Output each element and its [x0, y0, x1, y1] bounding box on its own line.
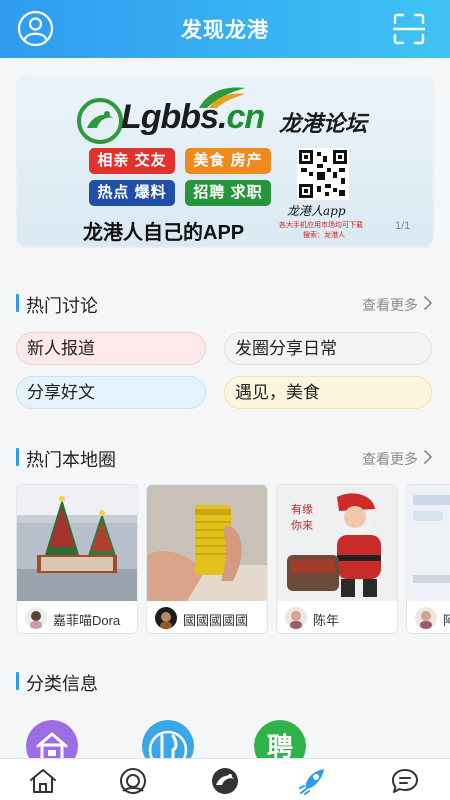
hot-local-title: 热门本地圈 — [26, 450, 116, 470]
category-header: 分类信息 — [0, 669, 450, 694]
avatar[interactable] — [155, 607, 177, 629]
section-accent-bar — [16, 448, 19, 466]
svg-text:你来: 你来 — [291, 519, 313, 532]
local-circle-card[interactable]: 阿 — [406, 484, 450, 634]
card-meta: 阿 — [407, 601, 450, 633]
search-note: 搜索：龙港人 — [303, 232, 345, 239]
banner-pager: 1/1 — [395, 220, 411, 232]
local-circle-carousel[interactable]: 嘉菲喵Dora 國國國國國 有缘 你来 陈年 — [0, 484, 450, 636]
card-author: 國國國國國 — [183, 613, 249, 628]
hot-local-header: 热门本地圈 查看更多 — [0, 445, 450, 470]
card-meta: 國國國國國 — [147, 601, 267, 633]
chevron-right-icon[interactable] — [422, 450, 434, 464]
card-author: 嘉菲喵Dora — [53, 613, 121, 628]
banner-slogan: 龙港人自己的APP — [83, 222, 245, 244]
bottom-nav — [0, 758, 450, 800]
page-title: 发现龙港 — [181, 19, 269, 42]
logo-text: Lgbbs.cn — [121, 98, 265, 137]
rocket-icon[interactable] — [298, 767, 328, 795]
category-title: 分类信息 — [26, 674, 98, 694]
chevron-right-icon[interactable] — [422, 296, 434, 310]
discover-icon[interactable] — [118, 767, 148, 795]
topic-share-articles[interactable]: 分享好文 — [16, 376, 206, 409]
forum-name: 龙港论坛 — [279, 111, 368, 137]
hot-discussion-more-link[interactable]: 查看更多 — [362, 295, 418, 315]
post-image-santa: 有缘 你来 — [277, 485, 397, 601]
avatar[interactable] — [415, 607, 437, 629]
top-header: 发现龙港 — [0, 0, 450, 58]
home-icon[interactable] — [28, 767, 58, 795]
download-note: 各大手机应用市场均可下载 — [279, 222, 363, 229]
topic-food[interactable]: 遇见，美食 — [224, 376, 432, 409]
message-icon[interactable] — [390, 767, 420, 795]
banner-tag-food-housing: 美食 房产 — [185, 148, 271, 174]
scan-icon[interactable] — [392, 12, 426, 46]
promo-banner[interactable]: Lgbbs.cn 龙港论坛 相亲 交友 美食 房产 热点 爆料 招聘 求职 龙港… — [17, 76, 433, 246]
card-author: 陈年 — [313, 613, 340, 628]
longgang-logo-icon — [77, 98, 123, 144]
svg-text:有缘: 有缘 — [291, 502, 313, 516]
post-image-christmas-mall — [17, 485, 137, 601]
banner-tag-dating: 相亲 交友 — [89, 148, 175, 174]
section-accent-bar — [16, 294, 19, 312]
avatar[interactable] — [285, 607, 307, 629]
longgang-logo-icon[interactable] — [210, 767, 240, 795]
topic-daily-share[interactable]: 发圈分享日常 — [224, 332, 432, 365]
card-meta: 嘉菲喵Dora — [17, 601, 137, 633]
hot-discussion-title: 热门讨论 — [26, 296, 98, 316]
local-circle-card[interactable]: 有缘 你来 陈年 — [276, 484, 398, 634]
banner-tag-hot-news: 热点 爆料 — [89, 180, 175, 206]
logo-text-cn: cn — [226, 98, 265, 136]
app-name: 龙港人app — [287, 204, 346, 218]
qr-code-icon — [297, 148, 349, 200]
banner-tag-jobs: 招聘 求职 — [185, 180, 271, 206]
post-image-yellow-bottle — [147, 485, 267, 601]
topic-newcomer[interactable]: 新人报道 — [16, 332, 206, 365]
avatar[interactable] — [25, 607, 47, 629]
post-image-chat-screenshot — [407, 485, 450, 601]
hot-discussion-header: 热门讨论 查看更多 — [0, 291, 450, 316]
local-circle-card[interactable]: 嘉菲喵Dora — [16, 484, 138, 634]
app-screen: 发现龙港 Lgbbs.cn 龙港论坛 相亲 交友 美食 房产 热点 爆料 招聘 … — [0, 0, 450, 800]
logo-text-main: Lgbbs. — [121, 98, 227, 136]
local-circle-card[interactable]: 國國國國國 — [146, 484, 268, 634]
card-meta: 陈年 — [277, 601, 397, 633]
hot-local-more-link[interactable]: 查看更多 — [362, 449, 418, 469]
card-author: 阿 — [443, 610, 450, 629]
section-accent-bar — [16, 672, 19, 690]
